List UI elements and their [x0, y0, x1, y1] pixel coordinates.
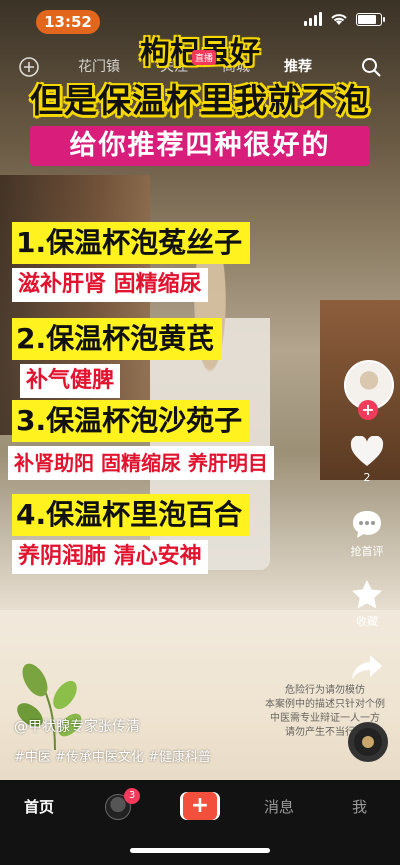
- like-button[interactable]: 2: [342, 435, 392, 484]
- tab-home[interactable]: 首页: [24, 796, 54, 817]
- author-name[interactable]: @甲状腺专家张传清: [14, 716, 140, 736]
- tip-heading: 4.保温杯里泡百合: [12, 494, 251, 536]
- tab-messages[interactable]: 消息: [264, 796, 294, 817]
- star-icon: [352, 580, 382, 609]
- follow-button[interactable]: +: [358, 400, 378, 420]
- music-disc-icon[interactable]: [348, 722, 388, 762]
- tip-benefit: 养阴润肺 清心安神: [12, 540, 208, 574]
- tip-benefit: 补气健脾: [20, 364, 121, 398]
- tab-me[interactable]: 我: [352, 796, 367, 817]
- battery-icon: [356, 12, 385, 26]
- plus-icon: +: [190, 793, 210, 818]
- favorite-label: 收藏: [356, 615, 378, 628]
- wifi-icon: [331, 14, 347, 25]
- comment-button[interactable]: 抢首评: [342, 508, 392, 559]
- tip-item-1: 1.保温杯泡菟丝子 滋补肝肾 固精缩尿: [12, 222, 251, 302]
- status-icons: [304, 12, 385, 26]
- share-button[interactable]: [342, 652, 392, 685]
- live-badge: 直播: [192, 50, 217, 65]
- tip-benefit: 补肾助阳 固精缩尿 养肝明目: [8, 446, 274, 480]
- tip-benefit: 滋补肝肾 固精缩尿: [12, 268, 208, 302]
- like-count: 2: [363, 471, 371, 484]
- tip-item-2: 2.保温杯泡黄芪 补气健脾: [12, 318, 223, 398]
- create-button[interactable]: +: [180, 792, 220, 820]
- comment-icon: [353, 511, 381, 538]
- subtitle-banner: 给你推荐四种很好的: [30, 126, 370, 166]
- favorite-button[interactable]: 收藏: [342, 578, 392, 629]
- home-indicator[interactable]: [130, 848, 270, 853]
- tip-heading: 3.保温杯泡沙苑子: [12, 400, 251, 442]
- friends-badge: 3: [124, 788, 140, 804]
- video-title-line2: 但是保温杯里我就不泡: [30, 81, 370, 120]
- signal-icon: [304, 12, 322, 26]
- tip-heading: 1.保温杯泡菟丝子: [12, 222, 251, 264]
- heart-icon: [350, 435, 384, 466]
- comment-label: 抢首评: [350, 545, 384, 558]
- share-arrow-icon: [352, 655, 382, 679]
- hashtags[interactable]: #中医 #传承中医文化 #健康科普: [14, 746, 211, 765]
- tip-heading: 2.保温杯泡黄芪: [12, 318, 223, 360]
- tip-item-4: 4.保温杯里泡百合 养阴润肺 清心安神: [12, 494, 251, 574]
- tip-item-3: 3.保温杯泡沙苑子 补肾助阳 固精缩尿 养肝明目: [8, 400, 274, 480]
